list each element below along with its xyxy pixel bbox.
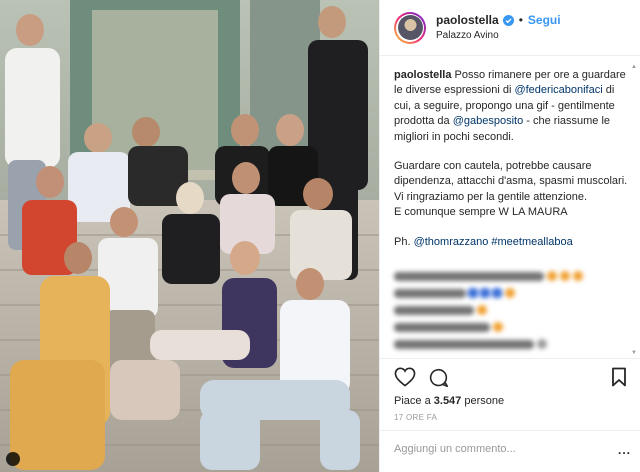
location-link[interactable]: Palazzo Avino [436,28,561,43]
comment-icon[interactable] [428,367,449,388]
post-side-panel: paolostella • Segui Palazzo Avino paolos… [379,0,640,472]
caption-username[interactable]: paolostella [394,69,451,81]
bookmark-icon[interactable] [611,367,627,387]
header-text: paolostella • Segui Palazzo Avino [436,13,561,43]
comment-row [394,319,622,335]
action-buttons [394,367,627,389]
group-photo-illustration [0,0,379,472]
hashtag-link[interactable]: #meetmeallaboa [491,236,572,248]
comment-row [394,302,622,318]
photo-tag-indicator [6,452,20,466]
heart-icon[interactable] [394,367,416,387]
likes-prefix: Piace a [394,395,431,407]
scroll-up-icon[interactable]: ▲ [631,64,637,70]
comment-row [394,336,622,352]
more-icon[interactable]: ... [618,443,631,457]
scroll-down-icon[interactable]: ▼ [631,350,637,356]
avatar[interactable] [394,11,426,44]
comment-box: ... [380,430,640,472]
comments-scrollbar[interactable]: ▲ ▼ [631,64,637,356]
comment-row [394,268,622,284]
likes-number: 3.547 [433,395,462,407]
follow-button[interactable]: Segui [528,13,561,28]
avatar-ring [396,13,424,42]
mention-link[interactable]: @gabesposito [453,115,524,127]
post-actions: Piace a 3.547 persone 17 ORE FA [380,358,640,422]
header-row: paolostella • Segui [436,13,561,28]
credits-prefix: Ph. [394,235,411,248]
header-username[interactable]: paolostella [436,13,499,28]
mention-link[interactable]: @thomrazzano [414,236,489,248]
separator-dot: • [518,12,523,27]
avatar-image [397,15,423,40]
caption-credits: Ph. @thomrazzano #meetmeallaboa [394,235,630,250]
caption: paolostella Posso rimanere per ore a gua… [394,68,630,250]
blurred-comments [394,268,622,353]
post-photo[interactable] [0,0,379,472]
verified-icon [502,14,514,26]
comment-input[interactable] [394,443,594,455]
likes-count[interactable]: Piace a 3.547 persone [394,395,504,407]
caption-paragraph-3: Vi ringraziamo per la gentile attenzione… [394,190,588,203]
caption-paragraph-2: Guardare con cautela, potrebbe causare d… [394,160,628,188]
post-header: paolostella • Segui Palazzo Avino [380,0,640,56]
likes-suffix: persone [464,395,505,407]
post-timestamp[interactable]: 17 ORE FA [394,413,437,422]
comment-row [394,285,622,301]
caption-paragraph-1: paolostella Posso rimanere per ore a gua… [394,68,630,145]
caption-paragraph-4: E comunque sempre W LA MAURA [394,206,568,219]
mention-link[interactable]: @federicabonifaci [514,84,602,96]
